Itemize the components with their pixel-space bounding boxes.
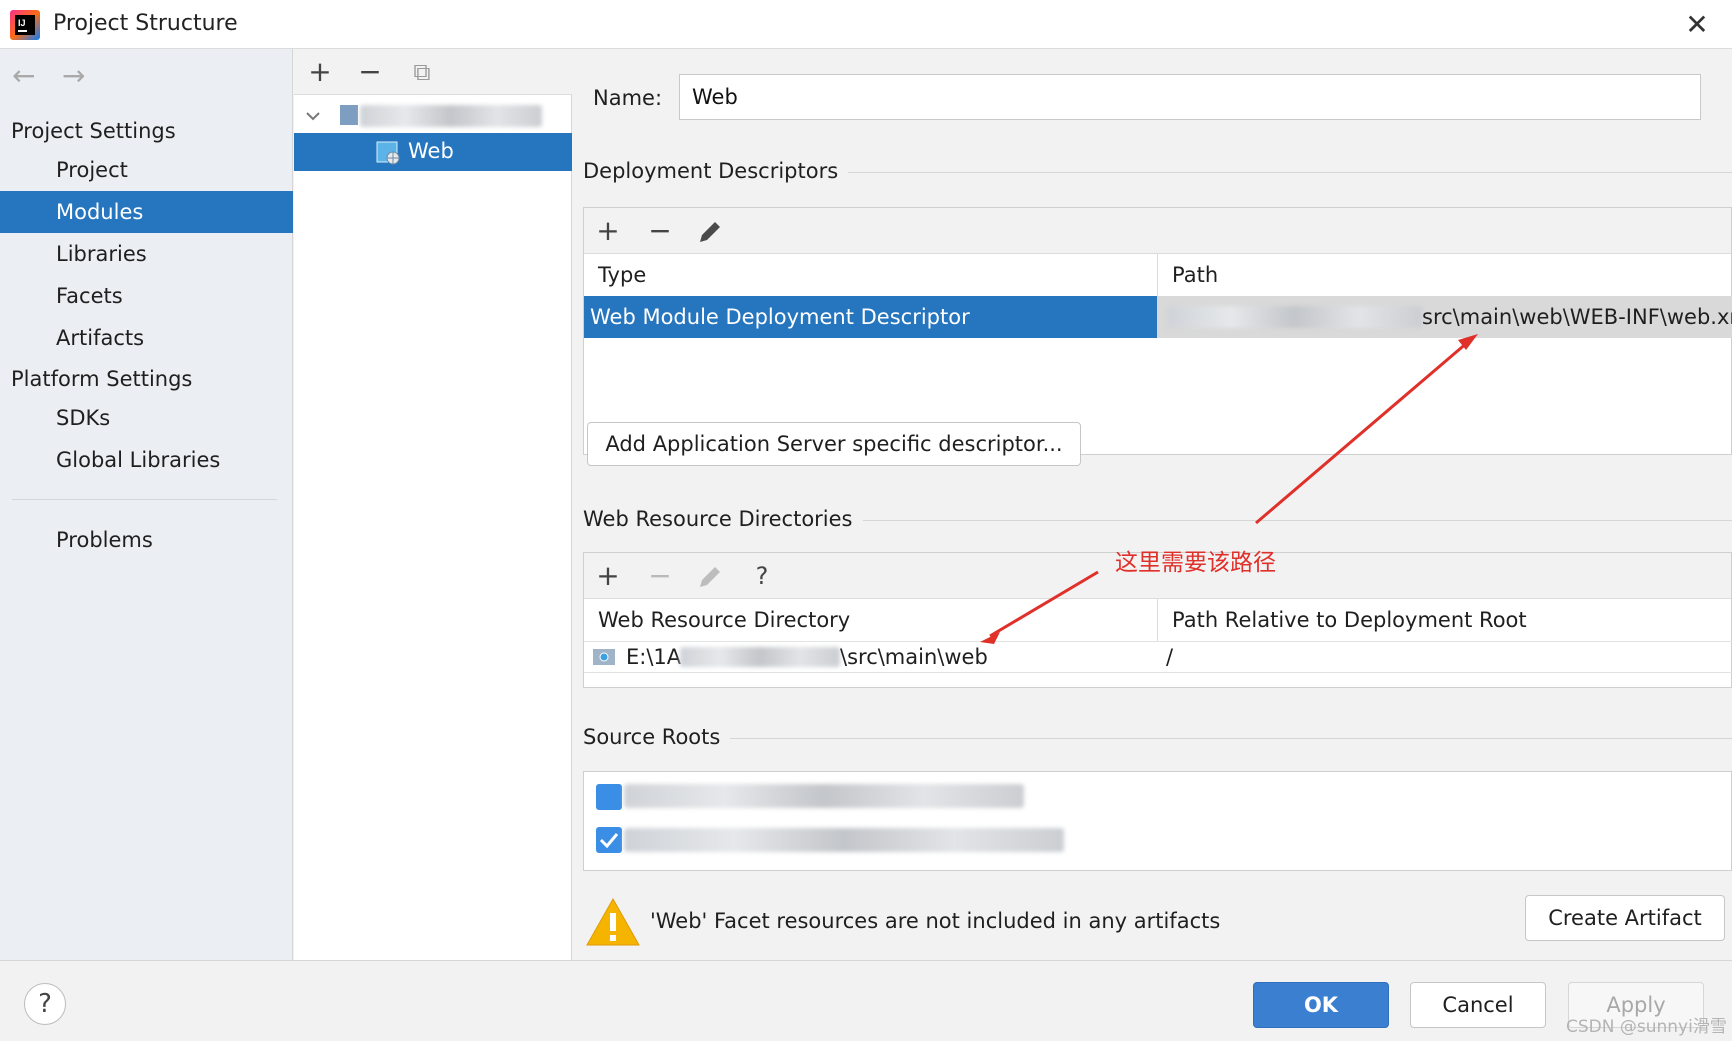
watermark-text: CSDN @sunnyi滑雪 <box>1566 1017 1727 1037</box>
ok-button[interactable]: OK <box>1253 982 1389 1028</box>
arrow-head-icon <box>980 632 1000 644</box>
help-button[interactable]: ? <box>24 983 66 1025</box>
cancel-button[interactable]: Cancel <box>1410 982 1546 1028</box>
dialog-footer: ? OK Cancel Apply <box>0 960 1732 1041</box>
annotation-arrows <box>980 334 1478 644</box>
annotation-text: 这里需要该路径 <box>1115 550 1276 576</box>
